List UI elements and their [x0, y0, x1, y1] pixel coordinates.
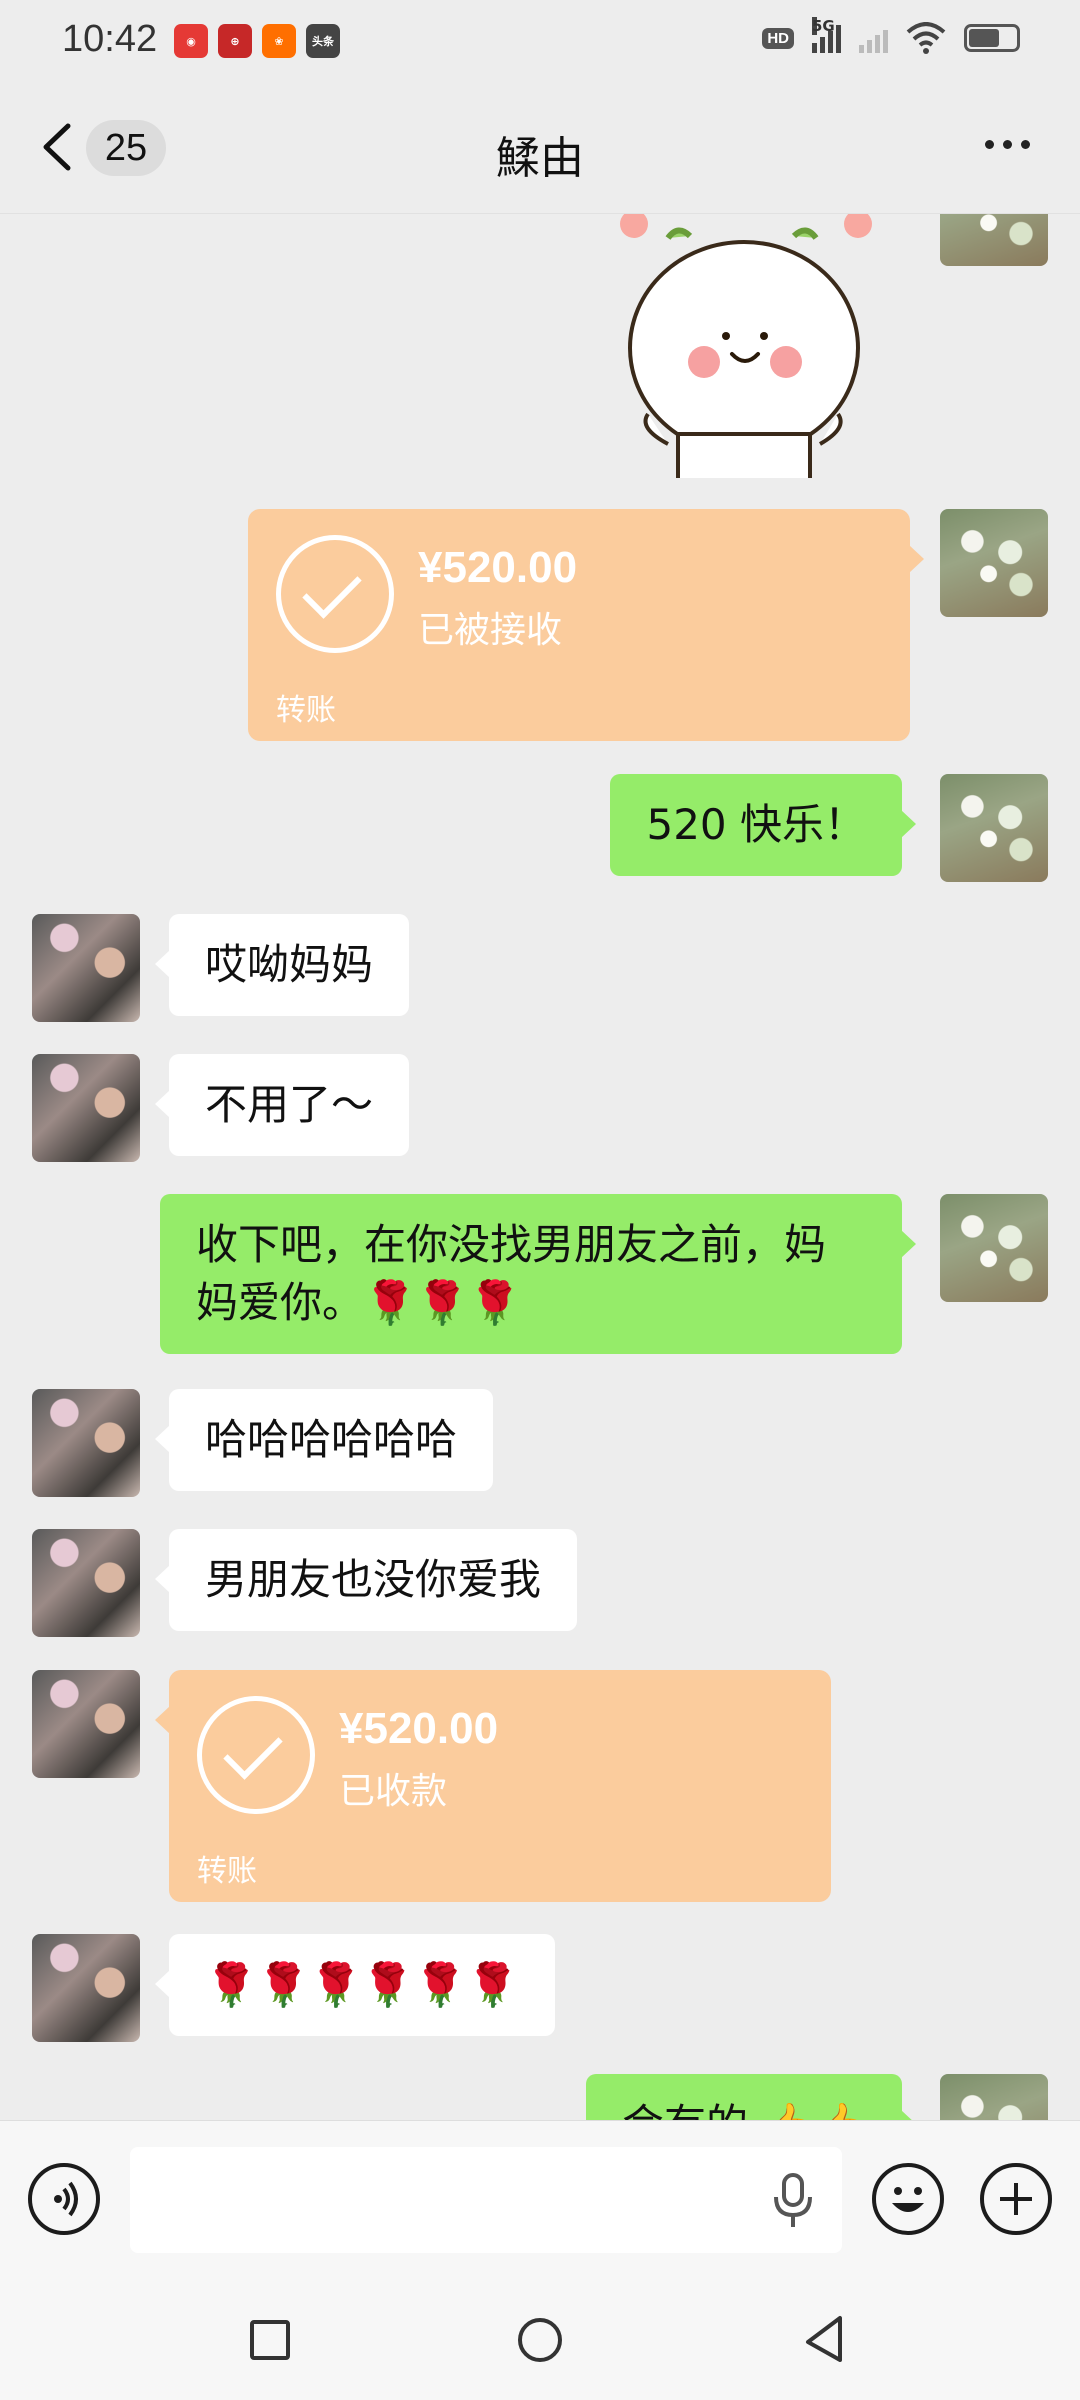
contact-avatar[interactable] [32, 914, 140, 1022]
toutiao-icon: 头条 [306, 24, 340, 58]
nav-back-icon[interactable] [800, 2314, 850, 2364]
china-unicom-icon: ◉ [174, 24, 208, 58]
message-input[interactable] [130, 2147, 842, 2253]
status-indicators: HD 5G [762, 17, 1020, 54]
self-avatar[interactable] [940, 214, 1048, 266]
contact-avatar[interactable] [32, 1529, 140, 1637]
status-bar: 10:42 ◉ ⊕ ❀ 头条 HD 5G [0, 0, 1080, 84]
message-row: 会有的 👍👍 [0, 2074, 1080, 2120]
bank-icon: ⊕ [218, 24, 252, 58]
voice-wave-icon [54, 2181, 78, 2217]
self-avatar[interactable] [940, 1194, 1048, 1302]
input-bar [0, 2120, 1080, 2280]
signal-5g-icon: 5G [812, 17, 841, 53]
check-circle-icon [276, 535, 394, 653]
message-row: 收下吧，在你没找男朋友之前，妈妈爱你。🌹🌹🌹 [0, 1194, 1080, 1358]
signal-secondary-icon [859, 23, 888, 53]
self-avatar[interactable] [940, 509, 1048, 617]
contact-avatar[interactable] [32, 1670, 140, 1778]
sticker-image[interactable] [608, 214, 878, 478]
status-time: 10:42 [62, 18, 158, 60]
system-nav-bar [0, 2280, 1080, 2400]
voice-mode-button[interactable] [28, 2163, 100, 2235]
transfer-label: 转账 [197, 1854, 257, 1889]
message-list[interactable]: ¥520.00 已被接收 转账 520 快乐！ 哎呦妈妈 不用了～ 收下吧，在你… [0, 214, 1080, 2120]
message-bubble-incoming[interactable]: 男朋友也没你爱我 [154, 1529, 578, 1631]
smiley-icon [892, 2187, 924, 2212]
battery-icon [964, 24, 1020, 52]
transfer-status: 已收款 [339, 1771, 448, 1812]
message-row: 哎呦妈妈 [0, 914, 1080, 1022]
message-bubble-incoming[interactable]: 🌹🌹🌹🌹🌹🌹 [155, 1934, 555, 2036]
home-icon[interactable] [518, 2318, 562, 2362]
emoji-button[interactable] [872, 2163, 944, 2235]
more-actions-button[interactable] [980, 2163, 1052, 2235]
transfer-card[interactable]: ¥520.00 已被接收 转账 [248, 509, 924, 741]
message-bubble-incoming[interactable]: 哎呦妈妈 [154, 914, 410, 1016]
message-bubble-incoming[interactable]: 哈哈哈哈哈哈 [154, 1389, 494, 1491]
chat-title: 鰇由 [496, 133, 584, 184]
message-row: ¥520.00 已收款 转账 [0, 1670, 1080, 1902]
message-bubble-outgoing[interactable]: 收下吧，在你没找男朋友之前，妈妈爱你。🌹🌹🌹 [160, 1194, 916, 1354]
recent-apps-icon[interactable] [250, 2320, 290, 2360]
contact-avatar[interactable] [32, 1389, 140, 1497]
message-row: 男朋友也没你爱我 [0, 1529, 1080, 1637]
message-row: ¥520.00 已被接收 转账 [0, 509, 1080, 741]
transfer-amount: ¥520.00 [339, 1704, 499, 1753]
microphone-icon[interactable] [770, 2173, 816, 2229]
wifi-icon [906, 22, 946, 54]
transfer-card[interactable]: ¥520.00 已收款 转账 [155, 1670, 831, 1902]
message-bubble-incoming[interactable]: 不用了～ [154, 1054, 410, 1156]
contact-avatar[interactable] [32, 1934, 140, 2042]
more-options-icon[interactable] [985, 140, 1030, 149]
self-avatar[interactable] [940, 774, 1048, 882]
message-row [0, 214, 1080, 478]
message-row: 哈哈哈哈哈哈 [0, 1389, 1080, 1497]
message-row: 🌹🌹🌹🌹🌹🌹 [0, 1934, 1080, 2042]
self-avatar[interactable] [940, 2074, 1048, 2120]
message-bubble-outgoing[interactable]: 会有的 👍👍 [586, 2074, 916, 2120]
transfer-amount: ¥520.00 [418, 543, 578, 592]
message-bubble-outgoing[interactable]: 520 快乐！ [610, 774, 916, 876]
taobao-icon: ❀ [262, 24, 296, 58]
message-row: 不用了～ [0, 1054, 1080, 1162]
chat-header: 25 鰇由 [0, 84, 1080, 214]
transfer-label: 转账 [276, 693, 336, 728]
hd-voice-icon: HD [762, 27, 794, 49]
status-app-icons: ◉ ⊕ ❀ 头条 [174, 24, 340, 58]
transfer-status: 已被接收 [418, 610, 563, 651]
check-circle-icon [197, 1696, 315, 1814]
message-row: 520 快乐！ [0, 774, 1080, 882]
plus-icon [1000, 2183, 1032, 2215]
contact-avatar[interactable] [32, 1054, 140, 1162]
